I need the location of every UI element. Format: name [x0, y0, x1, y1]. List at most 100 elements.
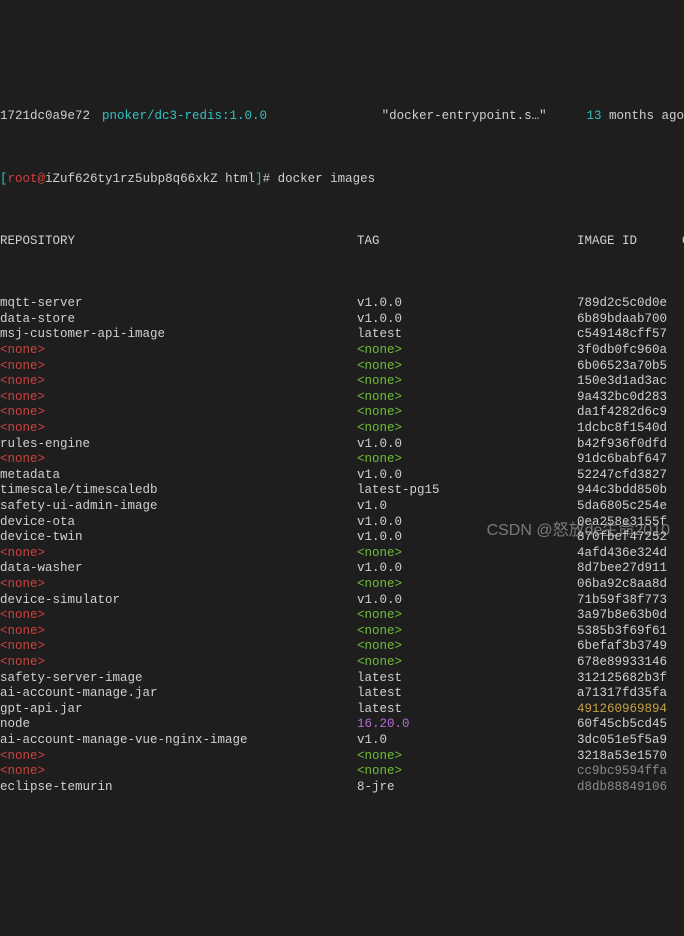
cell-image-id: 4afd436e324d [577, 546, 684, 562]
table-body: mqtt-serverv1.0.0789d2c5c0d0edata-storev… [0, 296, 684, 795]
cell-tag: v1.0.0 [357, 312, 577, 328]
table-row: <none><none>9a432bc0d283 [0, 390, 684, 406]
cell-repository: safety-server-image [0, 671, 357, 687]
cell-tag: latest [357, 327, 577, 343]
prompt-hash: # [263, 172, 271, 186]
cell-tag: <none> [357, 749, 577, 765]
cell-tag: <none> [357, 577, 577, 593]
table-row: <none><none>6b06523a70b5 [0, 359, 684, 375]
cell-repository: timescale/timescaledb [0, 483, 357, 499]
cell-repository: msj-customer-api-image [0, 327, 357, 343]
cell-repository: <none> [0, 452, 357, 468]
cell-repository: safety-ui-admin-image [0, 499, 357, 515]
cell-repository: device-ota [0, 515, 357, 531]
cell-tag: <none> [357, 421, 577, 437]
table-row: <none><none>1dcbc8f1540d [0, 421, 684, 437]
header-tag: TAG [357, 234, 577, 250]
cell-image-id: 6befaf3b3749 [577, 639, 684, 655]
cell-tag: <none> [357, 764, 577, 780]
cell-repository: data-washer [0, 561, 357, 577]
cell-image-id: 3dc051e5f5a9 [577, 733, 684, 749]
table-row: ai-account-manage.jarlatesta71317fd35fa [0, 686, 684, 702]
cell-repository: <none> [0, 655, 357, 671]
cell-tag: <none> [357, 390, 577, 406]
cell-tag: v1.0.0 [357, 468, 577, 484]
cell-tag: <none> [357, 359, 577, 375]
cell-repository: <none> [0, 421, 357, 437]
table-row: msj-customer-api-imagelatestc549148cff57 [0, 327, 684, 343]
table-row: data-storev1.0.06b89bdaab700 [0, 312, 684, 328]
cell-tag: 16.20.0 [357, 717, 577, 733]
cell-image-id: 8d7bee27d911 [577, 561, 684, 577]
table-row: <none><none>91dc6babf647 [0, 452, 684, 468]
cell-image-id: 71b59f38f773 [577, 593, 684, 609]
cell-tag: <none> [357, 624, 577, 640]
cell-image-id: 5385b3f69f61 [577, 624, 684, 640]
cell-tag: latest-pg15 [357, 483, 577, 499]
cell-tag: latest [357, 702, 577, 718]
cell-repository: data-store [0, 312, 357, 328]
table-row: timescale/timescaledblatest-pg15944c3bdd… [0, 483, 684, 499]
cell-repository: <none> [0, 546, 357, 562]
cell-tag: v1.0.0 [357, 593, 577, 609]
table-row: <none><none>6befaf3b3749 [0, 639, 684, 655]
table-row: metadatav1.0.052247cfd3827 [0, 468, 684, 484]
cell-image-id: da1f4282d6c9 [577, 405, 684, 421]
cell-tag: 8-jre [357, 780, 577, 796]
cell-image-id: 6b89bdaab700 [577, 312, 684, 328]
cell-image-id: 1dcbc8f1540d [577, 421, 684, 437]
cell-tag: v1.0 [357, 733, 577, 749]
cell-image-id: 3218a53e1570 [577, 749, 684, 765]
cell-image-id: 3f0db0fc960a [577, 343, 684, 359]
cell-tag: latest [357, 671, 577, 687]
table-row: <none><none>150e3d1ad3ac [0, 374, 684, 390]
prompt-user: root [8, 172, 38, 186]
cell-tag: <none> [357, 639, 577, 655]
cell-repository: <none> [0, 577, 357, 593]
cell-repository: node [0, 717, 357, 733]
container-command: "docker-entrypoint.s…" [382, 109, 587, 125]
table-row: rules-enginev1.0.0b42f936f0dfd [0, 437, 684, 453]
cell-tag: <none> [357, 655, 577, 671]
cell-image-id: 6b06523a70b5 [577, 359, 684, 375]
cell-repository: <none> [0, 343, 357, 359]
cell-image-id: c549148cff57 [577, 327, 684, 343]
container-id: 1721dc0a9e72 [0, 109, 102, 125]
cell-repository: gpt-api.jar [0, 702, 357, 718]
table-row: device-otav1.0.00ea258e3155f [0, 515, 684, 531]
cell-image-id: 312125682b3f [577, 671, 684, 687]
table-row: <none><none>3f0db0fc960a [0, 343, 684, 359]
cell-repository: rules-engine [0, 437, 357, 453]
cell-image-id: 60f45cb5cd45 [577, 717, 684, 733]
cell-repository: metadata [0, 468, 357, 484]
cell-image-id: 91dc6babf647 [577, 452, 684, 468]
terminal-output[interactable]: 1721dc0a9e72pnoker/dc3-redis:1.0.0"docke… [0, 62, 684, 826]
cell-image-id: 944c3bdd850b [577, 483, 684, 499]
cell-repository: <none> [0, 390, 357, 406]
table-row: device-simulatorv1.0.071b59f38f773 [0, 593, 684, 609]
cell-repository: eclipse-temurin [0, 780, 357, 796]
cell-tag: v1.0.0 [357, 437, 577, 453]
cell-repository: <none> [0, 374, 357, 390]
table-row: <none><none>da1f4282d6c9 [0, 405, 684, 421]
prompt-open: [ [0, 172, 8, 186]
table-row: <none><none>06ba92c8aa8d [0, 577, 684, 593]
cell-tag: v1.0.0 [357, 530, 577, 546]
cell-tag: <none> [357, 608, 577, 624]
cell-image-id: 789d2c5c0d0e [577, 296, 684, 312]
prompt-at: @ [38, 172, 46, 186]
table-row: mqtt-serverv1.0.0789d2c5c0d0e [0, 296, 684, 312]
cell-tag: v1.0 [357, 499, 577, 515]
table-row: <none><none>cc9bc9594ffa [0, 764, 684, 780]
cell-image-id: 3a97b8e63b0d [577, 608, 684, 624]
cell-tag: <none> [357, 343, 577, 359]
cell-image-id: cc9bc9594ffa [577, 764, 684, 780]
cell-repository: device-simulator [0, 593, 357, 609]
table-row: safety-server-imagelatest312125682b3f [0, 671, 684, 687]
cell-tag: v1.0.0 [357, 296, 577, 312]
container-image: pnoker/dc3-redis:1.0.0 [102, 109, 382, 125]
cell-image-id: b42f936f0dfd [577, 437, 684, 453]
table-row: <none><none>678e89933146 [0, 655, 684, 671]
header-repository: REPOSITORY [0, 234, 357, 250]
shell-prompt[interactable]: [root@iZuf626ty1rz5ubp8q66xkZ html]# doc… [0, 172, 684, 188]
